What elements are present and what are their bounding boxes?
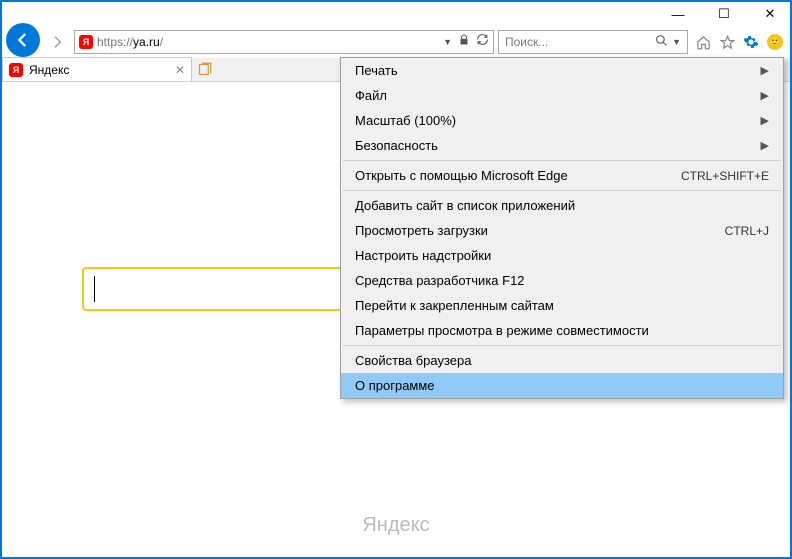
menu-downloads-label: Просмотреть загрузки — [355, 223, 488, 238]
yandex-footer-logo: Яндекс — [2, 514, 790, 537]
chevron-right-icon: ▶ — [761, 64, 769, 77]
address-bar[interactable]: Я https://ya.ru/ ▼ — [74, 30, 494, 54]
site-favicon-icon: Я — [79, 35, 93, 49]
menu-add-site-label: Добавить сайт в список приложений — [355, 198, 575, 213]
search-dropdown-icon[interactable]: ▼ — [672, 37, 681, 47]
menu-zoom[interactable]: Масштаб (100%) ▶ — [341, 108, 783, 133]
tools-icon[interactable] — [742, 33, 760, 51]
back-button[interactable] — [6, 23, 40, 57]
menu-add-site[interactable]: Добавить сайт в список приложений — [341, 193, 783, 218]
url-text: https://ya.ru/ — [97, 35, 439, 49]
search-bar[interactable]: Поиск... ▼ — [498, 30, 688, 54]
new-tab-button[interactable] — [192, 57, 216, 81]
menu-separator — [343, 160, 781, 161]
menu-devtools-label: Средства разработчика F12 — [355, 273, 525, 288]
menu-devtools[interactable]: Средства разработчика F12 — [341, 268, 783, 293]
menu-open-edge-label: Открыть с помощью Microsoft Edge — [355, 168, 568, 183]
menu-open-edge[interactable]: Открыть с помощью Microsoft Edge CTRL+SH… — [341, 163, 783, 188]
menu-pinned-label: Перейти к закрепленным сайтам — [355, 298, 554, 313]
menu-addons-label: Настроить надстройки — [355, 248, 491, 263]
toolbar-right-icons: 🙂 — [692, 33, 786, 51]
menu-file[interactable]: Файл ▶ — [341, 83, 783, 108]
menu-downloads-shortcut: CTRL+J — [725, 224, 769, 238]
menu-pinned[interactable]: Перейти к закрепленным сайтам — [341, 293, 783, 318]
home-icon[interactable] — [694, 33, 712, 51]
tab-title: Яндекс — [29, 63, 169, 77]
menu-zoom-label: Масштаб (100%) — [355, 113, 456, 128]
menu-about-label: О программе — [355, 378, 435, 393]
menu-file-label: Файл — [355, 88, 387, 103]
menu-separator — [343, 345, 781, 346]
text-cursor — [94, 276, 95, 302]
tools-menu: Печать ▶ Файл ▶ Масштаб (100%) ▶ Безопас… — [340, 57, 784, 399]
maximize-button[interactable]: ☐ — [710, 6, 738, 22]
search-placeholder: Поиск... — [505, 35, 548, 49]
search-icon[interactable] — [655, 34, 668, 50]
menu-safety[interactable]: Безопасность ▶ — [341, 133, 783, 158]
dropdown-icon[interactable]: ▼ — [443, 37, 452, 47]
menu-print[interactable]: Печать ▶ — [341, 58, 783, 83]
chevron-right-icon: ▶ — [761, 89, 769, 102]
refresh-icon[interactable] — [476, 33, 489, 51]
menu-safety-label: Безопасность — [355, 138, 438, 153]
lock-icon[interactable] — [458, 33, 470, 51]
menu-options[interactable]: Свойства браузера — [341, 348, 783, 373]
smiley-icon[interactable]: 🙂 — [766, 33, 784, 51]
menu-downloads[interactable]: Просмотреть загрузки CTRL+J — [341, 218, 783, 243]
menu-compat-label: Параметры просмотра в режиме совместимос… — [355, 323, 649, 338]
forward-button[interactable] — [44, 29, 70, 55]
close-button[interactable]: ✕ — [756, 6, 784, 22]
menu-separator — [343, 190, 781, 191]
address-bar-right: ▼ — [443, 33, 489, 51]
chevron-right-icon: ▶ — [761, 114, 769, 127]
search-controls: ▼ — [655, 34, 681, 50]
tab-favicon-icon: Я — [9, 63, 23, 77]
minimize-button[interactable]: — — [664, 7, 692, 22]
tab-close-icon[interactable]: ✕ — [175, 63, 185, 77]
tab-yandex[interactable]: Я Яндекс ✕ — [2, 57, 192, 81]
window-controls: — ☐ ✕ — [664, 6, 784, 22]
chevron-right-icon: ▶ — [761, 139, 769, 152]
menu-open-edge-shortcut: CTRL+SHIFT+E — [681, 169, 769, 183]
menu-options-label: Свойства браузера — [355, 353, 471, 368]
menu-about[interactable]: О программе — [341, 373, 783, 398]
favorites-icon[interactable] — [718, 33, 736, 51]
browser-toolbar: Я https://ya.ru/ ▼ Поиск... ▼ — [6, 28, 786, 56]
menu-compat[interactable]: Параметры просмотра в режиме совместимос… — [341, 318, 783, 343]
menu-print-label: Печать — [355, 63, 398, 78]
menu-addons[interactable]: Настроить надстройки — [341, 243, 783, 268]
